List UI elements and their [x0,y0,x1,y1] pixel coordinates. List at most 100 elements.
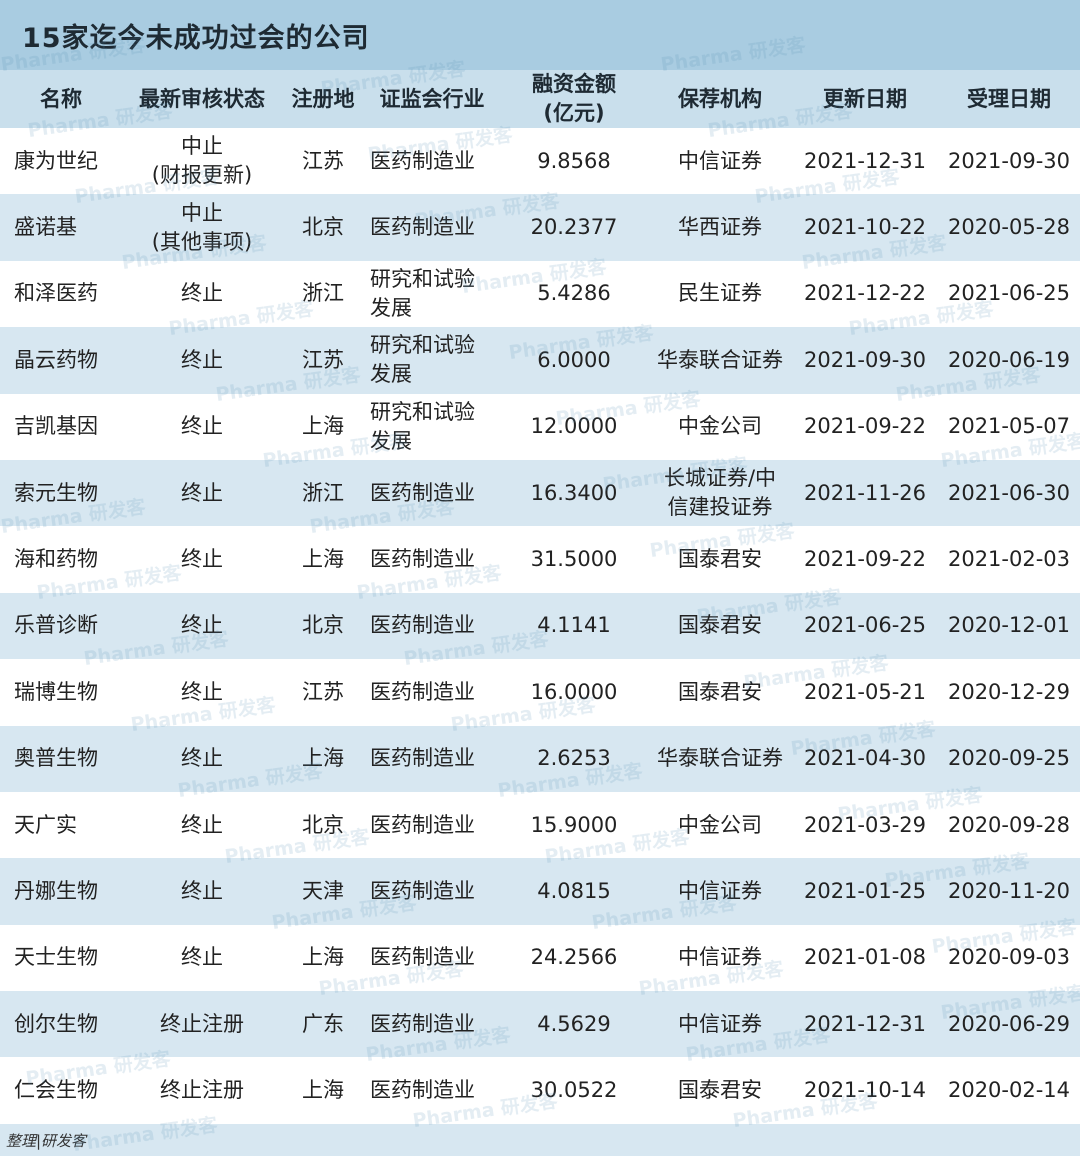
table-header: 名称 最新审核状态 注册地 证监会行业 融资金额 (亿元) 保荐机构 更新日期 受理日期 [0,70,1080,128]
cell-region: 北京 [302,613,344,638]
cell-amount: 4.0815 [537,878,611,903]
cell-status: 终止 [181,613,223,638]
cell-update-date: 2021-03-29 [803,812,927,837]
cell-accept-date: 2020-06-19 [947,347,1071,372]
cell-amount: 30.0522 [530,1078,618,1103]
cell-status: 终止 [181,812,223,837]
cell-status: 终止 [181,547,223,572]
table-row: 天士生物 终止 上海 医药制造业 24.2566 中信证券 2021-01-08 2020-0… [0,924,1080,992]
cell-sponsor: 中信证券 [678,878,762,903]
cell-name: 乐普诊断 [14,613,98,638]
cell-industry: 医药制造业 [370,1011,475,1036]
cell-status: 中止 (财报更新) [151,134,253,188]
cell-industry: 医药制造业 [370,148,475,173]
cell-update-date: 2021-01-25 [803,878,927,903]
cell-sponsor: 中信证券 [678,1011,762,1036]
cell-accept-date: 2021-05-07 [947,414,1071,439]
cell-amount: 5.4286 [537,281,611,306]
source-note: 整理|研发客 [6,1132,87,1150]
cell-accept-date: 2020-12-01 [947,613,1071,638]
cell-industry: 医药制造业 [370,480,475,505]
cell-status: 终止 [181,945,223,970]
cell-name: 康为世纪 [14,148,98,173]
column-header-region: 注册地 [291,86,355,111]
cell-sponsor: 中信证券 [678,148,762,173]
cell-sponsor: 长城证券/中 信建投证券 [663,466,777,520]
cell-status: 终止注册 [160,1078,244,1103]
cell-status: 终止 [181,480,223,505]
cell-region: 浙江 [302,281,344,306]
table-row: 仁会生物 终止注册 上海 医药制造业 30.0522 国泰君安 2021-10-14 2020… [0,1057,1080,1124]
cell-name: 奥普生物 [14,746,98,771]
footer-bar: 整理|研发客 [0,1124,1080,1156]
cell-amount: 2.6253 [537,746,611,771]
cell-accept-date: 2021-02-03 [947,547,1071,572]
cell-name: 天广实 [14,812,77,837]
cell-update-date: 2021-09-30 [803,347,927,372]
cell-name: 盛诺基 [14,215,77,240]
cell-region: 广东 [302,1011,344,1036]
page: 15家迄今未成功过会的公司 名称 最新审核状态 注册地 证监会行业 融资金额 (亿元) 保荐… [0,0,1080,1156]
cell-amount: 6.0000 [537,347,611,372]
cell-amount: 9.8568 [537,148,611,173]
cell-status: 终止注册 [160,1011,244,1036]
table-row: 奥普生物 终止 上海 医药制造业 2.6253 华泰联合证券 2021-04-30 2020-… [0,725,1080,792]
table-row: 海和药物 终止 上海 医药制造业 31.5000 国泰君安 2021-09-22 2021-0… [0,526,1080,593]
column-header-status: 最新审核状态 [139,86,265,111]
column-header-amount: 融资金额 (亿元) [532,72,616,125]
cell-name: 创尔生物 [14,1011,98,1036]
cell-amount: 4.1141 [537,613,611,638]
cell-amount: 16.3400 [530,480,618,505]
cell-region: 上海 [302,746,344,771]
cell-industry: 医药制造业 [370,945,475,970]
cell-update-date: 2021-12-31 [803,148,927,173]
cell-industry: 医药制造业 [370,613,475,638]
cell-region: 上海 [302,1078,344,1103]
cell-region: 上海 [302,547,344,572]
table-body: 康为世纪 中止 (财报更新) 江苏 医药制造业 9.8568 中信证券 2021-12-31 2… [0,128,1080,1124]
cell-status: 终止 [181,414,223,439]
cell-accept-date: 2020-09-03 [947,945,1071,970]
cell-sponsor: 国泰君安 [678,1078,762,1103]
cell-sponsor: 中信证券 [678,945,762,970]
cell-name: 海和药物 [14,547,98,572]
cell-industry: 研究和试验 发展 [370,399,475,453]
column-header-accept-date: 受理日期 [967,86,1051,111]
cell-update-date: 2021-06-25 [803,613,927,638]
cell-accept-date: 2021-06-30 [947,480,1071,505]
cell-name: 和泽医药 [14,281,98,306]
cell-region: 上海 [302,945,344,970]
cell-industry: 医药制造业 [370,1078,475,1103]
cell-update-date: 2021-09-22 [803,414,927,439]
table-row: 瑞博生物 终止 江苏 医药制造业 16.0000 国泰君安 2021-05-21 2020-1… [0,659,1080,726]
cell-status: 中止 (其他事项) [151,200,253,254]
cell-status: 终止 [181,746,223,771]
cell-accept-date: 2020-06-29 [947,1011,1071,1036]
cell-name: 丹娜生物 [14,878,98,903]
table-row: 晶云药物 终止 江苏 研究和试验 发展 6.0000 华泰联合证券 2021-09-30 202… [0,327,1080,394]
table-row: 创尔生物 终止注册 广东 医药制造业 4.5629 中信证券 2021-12-31 2020-… [0,991,1080,1058]
table-row: 盛诺基 中止 (其他事项) 北京 医药制造业 20.2377 华西证券 2021-10-22 2… [0,194,1080,261]
cell-accept-date: 2020-05-28 [947,215,1071,240]
header-row: 名称 最新审核状态 注册地 证监会行业 融资金额 (亿元) 保荐机构 更新日期 受理日期 [0,70,1080,128]
cell-region: 江苏 [302,148,344,173]
cell-industry: 医药制造业 [370,746,475,771]
cell-update-date: 2021-09-22 [803,547,927,572]
table-row: 吉凯基因 终止 上海 研究和试验 发展 12.0000 中金公司 2021-09-22 2021… [0,393,1080,460]
cell-region: 北京 [302,215,344,240]
cell-industry: 医药制造业 [370,679,475,704]
cell-accept-date: 2020-12-29 [947,679,1071,704]
cell-update-date: 2021-10-22 [803,215,927,240]
table-row: 和泽医药 终止 浙江 研究和试验 发展 5.4286 民生证券 2021-12-22 2021-… [0,260,1080,328]
cell-status: 终止 [181,347,223,372]
cell-update-date: 2021-12-22 [803,281,927,306]
cell-accept-date: 2020-09-28 [947,812,1071,837]
cell-name: 瑞博生物 [14,679,98,704]
cell-industry: 研究和试验 发展 [370,266,475,320]
cell-update-date: 2021-04-30 [803,746,927,771]
cell-sponsor: 国泰君安 [678,547,762,572]
cell-update-date: 2021-01-08 [803,945,927,970]
column-header-sponsor: 保荐机构 [678,86,762,111]
companies-table: 名称 最新审核状态 注册地 证监会行业 融资金额 (亿元) 保荐机构 更新日期 受理日期 康为世… [0,70,1080,1124]
cell-region: 北京 [302,812,344,837]
